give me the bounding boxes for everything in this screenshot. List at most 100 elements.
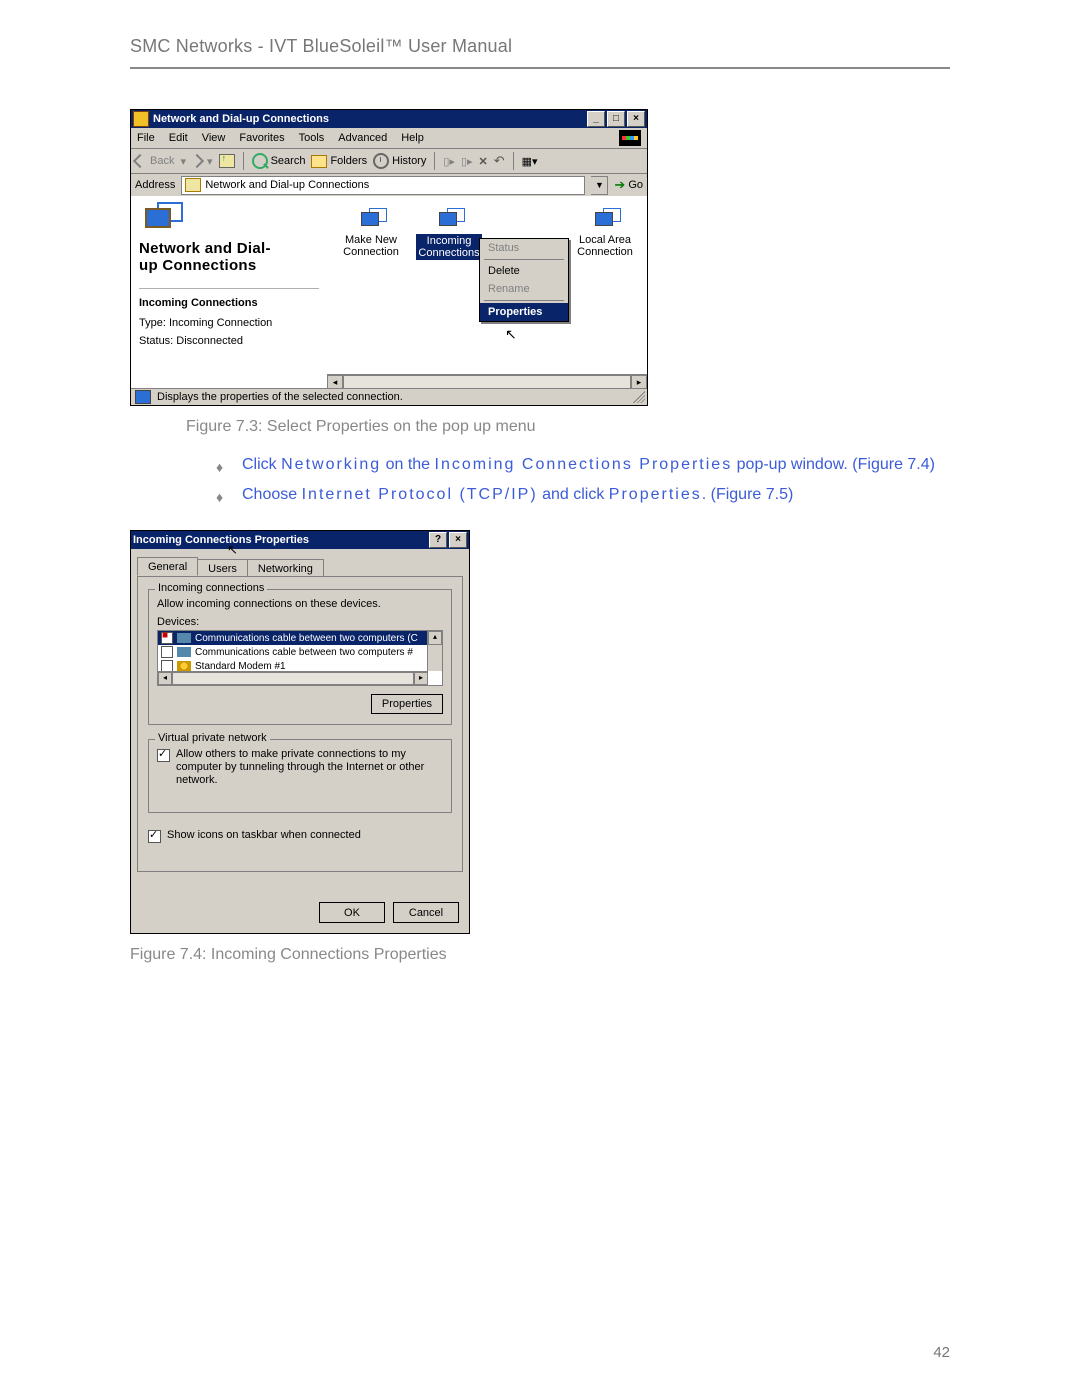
selection-type: Type: Incoming Connection — [139, 317, 319, 329]
address-dropdown[interactable]: ▼ — [591, 176, 608, 195]
vpn-checkbox[interactable] — [157, 749, 170, 762]
go-icon: ➔ — [614, 177, 625, 193]
instruction-list: ♦ Click Networking on the Incoming Conne… — [216, 454, 950, 508]
tab-users[interactable]: Users — [197, 559, 248, 577]
menu-tools[interactable]: Tools — [299, 132, 325, 144]
dialog-close-button[interactable]: × — [449, 532, 467, 548]
ctx-status[interactable]: Status — [480, 239, 568, 257]
search-button[interactable]: Search — [252, 153, 306, 169]
tab-networking[interactable]: Networking — [247, 559, 324, 577]
show-icons-checkbox[interactable] — [148, 830, 161, 843]
checkbox[interactable] — [161, 646, 173, 658]
help-button[interactable]: ? — [429, 532, 447, 548]
devices-listbox[interactable]: Communications cable between two compute… — [157, 630, 443, 686]
group-legend-incoming: Incoming connections — [155, 582, 267, 594]
incoming-instructions: Allow incoming connections on these devi… — [157, 598, 443, 610]
menu-favorites[interactable]: Favorites — [239, 132, 284, 144]
tab-general[interactable]: General — [137, 557, 198, 576]
search-icon — [252, 153, 268, 169]
status-bar: Displays the properties of the selected … — [131, 388, 647, 405]
folders-button[interactable]: Folders — [311, 155, 367, 168]
minimize-button[interactable]: _ — [587, 111, 605, 127]
header-rule — [130, 67, 950, 69]
network-folder-icon — [185, 178, 201, 192]
folders-icon — [311, 155, 327, 168]
network-connections-icon — [139, 206, 175, 234]
scroll-left-icon[interactable]: ◂ — [327, 375, 343, 389]
properties-dialog: Incoming Connections Properties ? × Gene… — [130, 530, 470, 934]
device-row[interactable]: Communications cable between two compute… — [158, 645, 442, 659]
selection-status: Status: Disconnected — [139, 335, 319, 347]
address-value: Network and Dial-up Connections — [205, 179, 369, 191]
selection-name: Incoming Connections — [139, 297, 319, 309]
horizontal-scrollbar[interactable]: ◂▸ — [158, 671, 428, 685]
devices-label: Devices: — [157, 616, 443, 628]
vpn-group: Virtual private network Allow others to … — [148, 739, 452, 813]
bullet-icon: ♦ — [216, 456, 242, 478]
back-button[interactable]: Back ▾ — [135, 155, 186, 168]
cable-icon — [177, 647, 191, 657]
copy-to-icon[interactable]: ▯▸ — [461, 155, 473, 168]
cursor-icon: ↖ — [227, 542, 238, 558]
device-row[interactable]: Communications cable between two compute… — [158, 631, 442, 645]
close-button[interactable]: × — [627, 111, 645, 127]
status-text: Displays the properties of the selected … — [157, 391, 403, 403]
ok-button[interactable]: OK — [319, 902, 385, 923]
conn-lan[interactable]: Local AreaConnection — [565, 208, 645, 258]
horizontal-scrollbar[interactable]: ◂ ▸ — [327, 374, 647, 389]
move-to-icon[interactable]: ▯▸ — [443, 155, 455, 168]
menu-edit[interactable]: Edit — [169, 132, 188, 144]
ctx-delete[interactable]: Delete — [480, 262, 568, 280]
menubar: File Edit View Favorites Tools Advanced … — [131, 128, 647, 149]
ctx-rename[interactable]: Rename — [480, 280, 568, 298]
address-field[interactable]: Network and Dial-up Connections — [181, 176, 585, 195]
menu-help[interactable]: Help — [401, 132, 424, 144]
figure-7-4-caption: Figure 7.4: Incoming Connections Propert… — [130, 946, 950, 964]
undo-icon[interactable]: ↶ — [494, 153, 505, 169]
device-properties-button[interactable]: Properties — [371, 694, 443, 714]
ctx-properties[interactable]: Properties — [480, 303, 568, 321]
info-pane: Network and Dial-up Connections Incoming… — [131, 196, 327, 389]
cable-icon — [177, 633, 191, 643]
scroll-right-icon[interactable]: ▸ — [631, 375, 647, 389]
history-button[interactable]: History — [373, 153, 426, 169]
dialog-title: Incoming Connections Properties — [133, 534, 309, 546]
address-bar: Address Network and Dial-up Connections … — [131, 174, 647, 197]
menu-file[interactable]: File — [137, 132, 155, 144]
menu-advanced[interactable]: Advanced — [338, 132, 387, 144]
show-icons-label: Show icons on taskbar when connected — [167, 829, 361, 842]
conn-make-new[interactable]: Make NewConnection — [331, 208, 411, 258]
vertical-scrollbar[interactable]: ▴ — [427, 631, 442, 671]
icon-pane: Make NewConnection IncomingConnections L… — [327, 196, 647, 389]
bullet-icon: ♦ — [216, 486, 242, 508]
incoming-connections-group: Incoming connections Allow incoming conn… — [148, 589, 452, 725]
dialog-titlebar: Incoming Connections Properties ? × — [131, 531, 469, 549]
page-number: 42 — [933, 1344, 950, 1361]
network-folder-icon — [133, 111, 149, 127]
resize-grip-icon[interactable] — [633, 391, 645, 403]
bullet-2: ♦ Choose Internet Protocol (TCP/IP) and … — [216, 484, 950, 508]
up-button[interactable] — [219, 154, 235, 168]
explorer-titlebar: Network and Dial-up Connections _ □ × — [131, 110, 647, 128]
history-icon — [373, 153, 389, 169]
address-label: Address — [135, 179, 175, 191]
go-button[interactable]: ➔Go — [614, 177, 643, 193]
windows-brand-icon — [619, 130, 641, 146]
checkbox[interactable] — [161, 632, 173, 644]
bullet-1: ♦ Click Networking on the Incoming Conne… — [216, 454, 950, 478]
menu-view[interactable]: View — [202, 132, 226, 144]
group-legend-vpn: Virtual private network — [155, 732, 270, 744]
vpn-label: Allow others to make private connections… — [176, 748, 443, 787]
delete-icon[interactable]: ✕ — [479, 155, 488, 168]
cursor-icon: ↖ — [505, 326, 517, 343]
context-menu: Status Delete Rename Properties — [479, 238, 569, 322]
maximize-button[interactable]: □ — [607, 111, 625, 127]
modem-icon — [177, 661, 191, 671]
page-header: SMC Networks - IVT BlueSoleil™ User Manu… — [130, 36, 950, 57]
conn-incoming[interactable]: IncomingConnections — [409, 208, 489, 260]
window-title: Network and Dial-up Connections — [153, 113, 329, 125]
explorer-window: Network and Dial-up Connections _ □ × Fi… — [130, 109, 648, 406]
views-icon[interactable]: ▦▾ — [522, 155, 538, 168]
cancel-button[interactable]: Cancel — [393, 902, 459, 923]
forward-button[interactable]: ▾ — [192, 155, 213, 168]
